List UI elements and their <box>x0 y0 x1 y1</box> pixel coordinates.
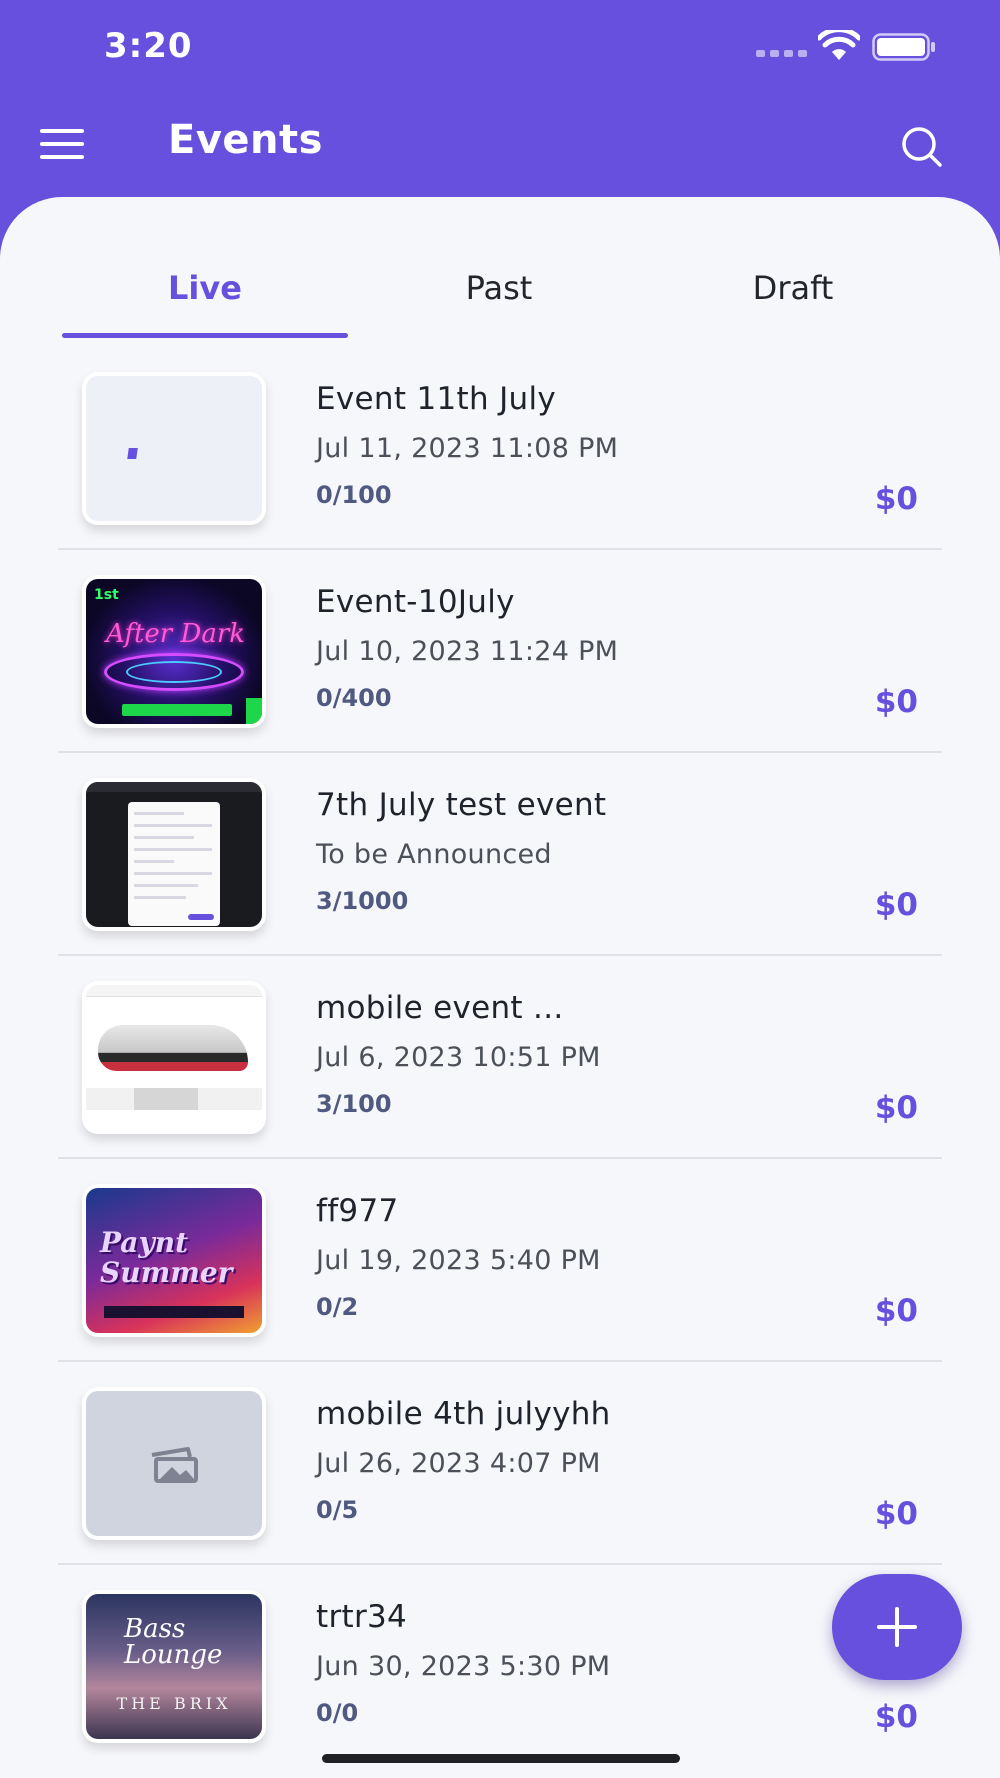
event-date: Jun 30, 2023 5:30 PM <box>316 1651 611 1682</box>
event-name: Event 11th July <box>316 381 557 417</box>
event-name: Event-10July <box>316 584 515 620</box>
home-indicator[interactable] <box>322 1754 680 1763</box>
tab-draft[interactable]: Draft <box>650 269 936 307</box>
event-price: $0 <box>874 1699 918 1735</box>
search-icon[interactable] <box>898 123 946 171</box>
ticket-count: 0/0 <box>316 1699 359 1727</box>
event-row[interactable]: Paynt Summer ff977 Jul 19, 2023 5:40 PM 0… <box>58 1159 942 1362</box>
event-row[interactable]: mobile event ... Jul 6, 2023 10:51 PM 3/… <box>58 956 942 1159</box>
active-tab-indicator <box>62 333 348 338</box>
event-price: $0 <box>874 887 918 923</box>
event-thumbnail: Paynt Summer <box>82 1184 266 1337</box>
status-time: 3:20 <box>104 26 193 66</box>
event-name: ff977 <box>316 1193 399 1229</box>
status-bar: 3:20 <box>0 0 1000 95</box>
event-row[interactable]: Bass Lounge THE BRIX trtr34 Jun 30, 2023 … <box>58 1565 942 1768</box>
event-list: Event 11th July Jul 11, 2023 11:08 PM 0/… <box>58 347 942 1768</box>
event-thumbnail: 1st After Dark <box>82 575 266 728</box>
ticket-count: 0/400 <box>316 684 392 712</box>
event-thumbnail <box>82 778 266 931</box>
ticket-count: 3/1000 <box>316 887 409 915</box>
ticket-count: 0/100 <box>316 481 392 509</box>
event-row[interactable]: 7th July test event To be Announced 3/10… <box>58 753 942 956</box>
tab-live[interactable]: Live <box>62 269 348 307</box>
hamburger-menu-icon[interactable] <box>40 129 90 169</box>
tab-past[interactable]: Past <box>356 269 642 307</box>
event-thumbnail <box>82 1387 266 1540</box>
event-date: Jul 26, 2023 4:07 PM <box>316 1448 601 1479</box>
battery-icon <box>872 33 935 61</box>
ticket-count: 0/2 <box>316 1293 359 1321</box>
event-tabs: Live Past Draft <box>62 197 942 338</box>
content-sheet: Live Past Draft Event 11th July Jul 11, … <box>0 197 1000 1778</box>
event-date: Jul 6, 2023 10:51 PM <box>316 1042 601 1073</box>
event-thumbnail <box>82 372 266 525</box>
event-thumbnail: Bass Lounge THE BRIX <box>82 1590 266 1743</box>
plus-icon <box>877 1607 917 1647</box>
image-placeholder-icon <box>151 1447 198 1483</box>
app-bar: Events <box>0 95 1000 200</box>
event-name: trtr34 <box>316 1599 408 1635</box>
event-date: To be Announced <box>316 839 552 870</box>
event-thumbnail <box>82 981 266 1134</box>
event-row[interactable]: 1st After Dark Event-10July Jul 10, 2023… <box>58 550 942 753</box>
add-event-button[interactable] <box>832 1574 962 1680</box>
page-title: Events <box>168 117 323 163</box>
ticket-count: 3/100 <box>316 1090 392 1118</box>
event-price: $0 <box>874 684 918 720</box>
wifi-icon <box>818 30 860 60</box>
event-name: mobile 4th julyyhh <box>316 1396 611 1432</box>
event-name: 7th July test event <box>316 787 607 823</box>
event-row[interactable]: Event 11th July Jul 11, 2023 11:08 PM 0/… <box>58 347 942 550</box>
event-row[interactable]: mobile 4th julyyhh Jul 26, 2023 4:07 PM … <box>58 1362 942 1565</box>
event-price: $0 <box>874 1293 918 1329</box>
event-date: Jul 10, 2023 11:24 PM <box>316 636 619 667</box>
cellular-signal-icon <box>756 50 807 57</box>
event-price: $0 <box>874 481 918 517</box>
ticket-count: 0/5 <box>316 1496 359 1524</box>
event-date: Jul 19, 2023 5:40 PM <box>316 1245 601 1276</box>
event-date: Jul 11, 2023 11:08 PM <box>316 433 619 464</box>
event-name: mobile event ... <box>316 990 564 1026</box>
event-price: $0 <box>874 1090 918 1126</box>
event-price: $0 <box>874 1496 918 1532</box>
